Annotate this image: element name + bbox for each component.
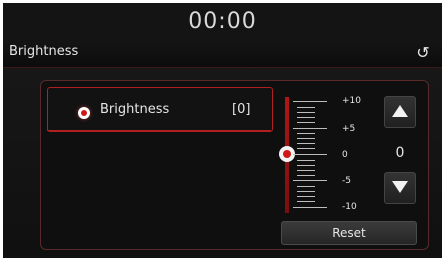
return-arrow-icon: ↺ bbox=[416, 43, 430, 62]
divider-line bbox=[47, 130, 271, 131]
tick-label-minus10: -10 bbox=[342, 202, 357, 212]
tick-minor bbox=[297, 148, 315, 149]
back-button[interactable]: ↺ bbox=[412, 43, 434, 63]
brightness-option-row[interactable]: Brightness [0] bbox=[47, 87, 273, 132]
triangle-down-icon bbox=[392, 181, 408, 193]
tick-minor bbox=[297, 186, 315, 187]
current-value: 0 bbox=[395, 145, 405, 161]
tick-major bbox=[293, 207, 327, 208]
tick-minor bbox=[297, 122, 315, 123]
triangle-up-icon bbox=[392, 105, 408, 117]
tick-label-minus5: -5 bbox=[342, 176, 351, 186]
tick-minor bbox=[297, 133, 315, 134]
status-bar: 00:00 bbox=[3, 3, 442, 39]
tick-minor bbox=[297, 143, 315, 144]
tick-minor bbox=[297, 196, 315, 197]
tick-major bbox=[293, 101, 327, 102]
option-label: Brightness bbox=[100, 102, 170, 117]
tick-minor bbox=[297, 107, 315, 108]
tick-major bbox=[293, 154, 327, 155]
tick-major bbox=[293, 128, 327, 129]
car-display-screen: 00:00 Brightness ↺ Brightness [0] +10 +5… bbox=[3, 3, 442, 258]
tick-minor bbox=[297, 201, 315, 202]
tick-label-zero: 0 bbox=[342, 150, 348, 160]
brightness-panel: Brightness [0] +10 +5 0 -5 -10 0 Reset bbox=[40, 80, 429, 250]
tick-minor bbox=[297, 112, 315, 113]
option-value: [0] bbox=[232, 102, 251, 117]
tick-minor bbox=[297, 175, 315, 176]
tick-label-plus5: +5 bbox=[342, 124, 356, 134]
tick-minor bbox=[297, 160, 315, 161]
decrease-button[interactable] bbox=[384, 172, 416, 204]
increase-button[interactable] bbox=[384, 96, 416, 128]
tick-minor bbox=[297, 191, 315, 192]
tick-minor bbox=[297, 117, 315, 118]
clock: 00:00 bbox=[188, 9, 257, 34]
title-bar: Brightness ↺ bbox=[3, 39, 442, 68]
page-title: Brightness bbox=[9, 44, 79, 59]
radio-selected-icon bbox=[78, 107, 90, 119]
tick-label-plus10: +10 bbox=[342, 96, 361, 106]
tick-major bbox=[293, 180, 327, 181]
tick-minor bbox=[297, 138, 315, 139]
reset-button[interactable]: Reset bbox=[281, 221, 417, 245]
tick-minor bbox=[297, 170, 315, 171]
tick-minor bbox=[297, 165, 315, 166]
